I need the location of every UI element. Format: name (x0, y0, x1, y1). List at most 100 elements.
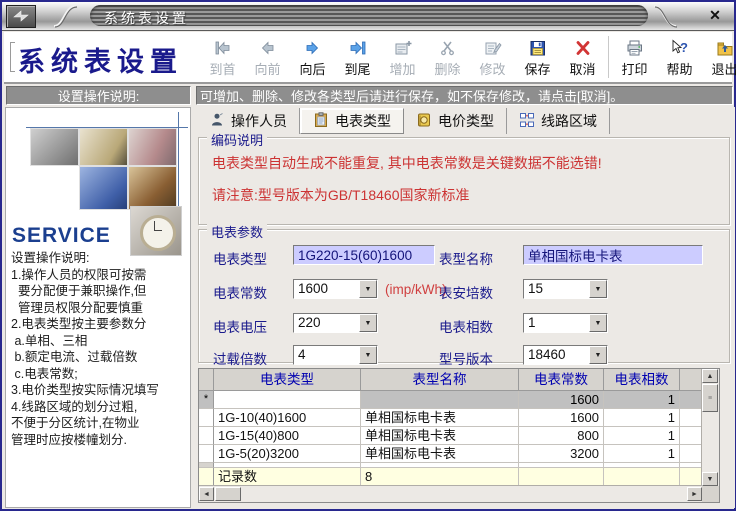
add-icon (393, 37, 413, 59)
vertical-scrollbar[interactable]: ▲ ≡ ▼ (701, 369, 719, 486)
column-header-meter-type[interactable]: 电表类型 (214, 369, 361, 391)
region-boxes-icon (519, 112, 535, 131)
meter-constant-select[interactable]: 1600 ▼ (293, 279, 378, 299)
grid-header-row: 电表类型 表型名称 电表常数 电表相数 (199, 369, 702, 391)
collage-tools-image (30, 128, 79, 166)
titlebar-curve-left (53, 5, 78, 28)
collage-hand-image (128, 166, 177, 210)
last-icon (348, 37, 368, 59)
collage-watch-image (130, 206, 182, 256)
vertical-scroll-thumb[interactable]: ≡ (702, 384, 718, 412)
new-row-name-cell[interactable] (361, 391, 519, 409)
new-row-phases-cell[interactable]: 1 (604, 391, 680, 409)
table-row[interactable]: 1G-10(40)1600 单相国标电卡表 1600 1 (199, 409, 702, 427)
toolbar: 系统表设置 到首 向前 向后 到尾 增加 删除 修改 保存 取消 打印 ? 帮助… (4, 32, 736, 84)
meter-constant-unit: (imp/kWh) (385, 282, 447, 297)
close-icon[interactable]: ✕ (706, 6, 724, 24)
app-logo-icon (6, 5, 36, 28)
edit-button[interactable]: 修改 (470, 34, 515, 80)
chevron-down-icon[interactable]: ▼ (589, 314, 607, 332)
instructions-text: 设置操作说明: 1.操作人员的权限可按需 要分配便于兼职操作,但 管理员权限分配… (11, 251, 159, 447)
clipboard-icon (313, 111, 329, 131)
ampere-select[interactable]: 15 ▼ (523, 279, 608, 299)
table-row[interactable]: 1G-5(20)3200 单相国标电卡表 3200 1 (199, 445, 702, 463)
title-bar: 系统表设置 ✕ (2, 2, 734, 31)
save-button[interactable]: 保存 (515, 34, 560, 80)
record-count-label: 记录数 (214, 468, 361, 486)
encoding-warning-line2: 请注意:型号版本为GB/T18460国家新标准 (212, 187, 470, 203)
titlebar-curve-right (653, 5, 678, 28)
cancel-button[interactable]: 取消 (560, 34, 605, 80)
voltage-select[interactable]: 220 ▼ (293, 313, 378, 333)
toolbar-separator (608, 36, 609, 78)
meter-type-grid: 电表类型 表型名称 电表常数 电表相数 * 1600 1 1G-10(40)16… (198, 368, 720, 503)
first-button[interactable]: 到首 (200, 34, 245, 80)
horizontal-scroll-thumb[interactable] (215, 487, 241, 501)
phases-label: 电表相数 (439, 320, 493, 335)
collage-keyboard-image (79, 166, 128, 210)
horizontal-scrollbar[interactable]: ◄ ► (199, 485, 702, 502)
scroll-down-icon[interactable]: ▼ (702, 472, 718, 486)
column-header-phases[interactable]: 电表相数 (604, 369, 680, 391)
encoding-warning-line1: 电表类型自动生成不能重复, 其中电表常数是关键数据不能选错! (212, 155, 602, 171)
edit-icon (483, 37, 503, 59)
last-button[interactable]: 到尾 (335, 34, 380, 80)
model-version-label: 型号版本 (439, 352, 493, 367)
new-row-constant-cell[interactable]: 1600 (519, 391, 604, 409)
grid-new-row[interactable]: * 1600 1 (199, 391, 702, 409)
scroll-left-icon[interactable]: ◄ (199, 487, 214, 501)
column-header-constant[interactable]: 电表常数 (519, 369, 604, 391)
delete-button[interactable]: 删除 (425, 34, 470, 80)
params-groupbox: 电表参数 电表类型 表型名称 电表常数 1600 ▼ (imp/kWh) 表安培… (198, 222, 730, 367)
help-button[interactable]: ? 帮助 (657, 34, 702, 80)
encoding-groupbox-title: 编码说明 (207, 130, 268, 149)
chevron-down-icon[interactable]: ▼ (589, 346, 607, 364)
scroll-up-icon[interactable]: ▲ (702, 369, 718, 383)
print-icon (625, 37, 645, 59)
tab-meter-type[interactable]: 电表类型 (300, 108, 404, 134)
overload-label: 过载倍数 (213, 352, 267, 367)
model-version-select[interactable]: 18460 ▼ (523, 345, 608, 365)
new-row-type-cell[interactable] (214, 391, 361, 409)
prev-button[interactable]: 向前 (245, 34, 290, 80)
model-name-label: 表型名称 (439, 252, 493, 267)
table-row[interactable]: 1G-15(40)800 单相国标电卡表 800 1 (199, 427, 702, 445)
page-title: 系统表设置 (18, 47, 183, 77)
ampere-label: 表安培数 (439, 286, 493, 301)
phases-select[interactable]: 1 ▼ (523, 313, 608, 333)
prev-icon (258, 37, 278, 59)
save-icon (528, 37, 548, 59)
chevron-down-icon[interactable]: ▼ (589, 280, 607, 298)
scroll-right-icon[interactable]: ► (687, 487, 702, 501)
voltage-label: 电表电压 (213, 320, 267, 335)
next-button[interactable]: 向后 (290, 34, 335, 80)
record-count-row: 记录数 8 (199, 468, 702, 486)
column-header-model-name[interactable]: 表型名称 (361, 369, 519, 391)
tab-line-region[interactable]: 线路区域 (507, 108, 610, 134)
window-title: 系统表设置 (104, 10, 189, 26)
scrollbar-corner (702, 486, 719, 502)
left-panel-header: 设置操作说明: (6, 86, 191, 105)
add-button[interactable]: 增加 (380, 34, 425, 80)
row-selector[interactable] (199, 427, 214, 445)
collage-pen-image (79, 128, 128, 166)
exit-icon (715, 37, 735, 59)
title-bracket (10, 42, 15, 72)
exit-button[interactable]: 退出 (702, 34, 736, 80)
row-selector[interactable] (199, 409, 214, 427)
instructions-panel: SERVICE 设置操作说明: 1.操作人员的权限可按需 要分配便于兼职操作,但… (5, 107, 191, 508)
tab-price-type[interactable]: 电价类型 (404, 108, 507, 134)
row-selector[interactable] (199, 445, 214, 463)
chevron-down-icon[interactable]: ▼ (359, 314, 377, 332)
column-header-filler (680, 369, 702, 391)
next-icon (303, 37, 323, 59)
chevron-down-icon[interactable]: ▼ (359, 346, 377, 364)
person-icon (209, 112, 225, 131)
meter-type-input[interactable] (293, 245, 435, 265)
overload-select[interactable]: 4 ▼ (293, 345, 378, 365)
chevron-down-icon[interactable]: ▼ (359, 280, 377, 298)
delete-icon (438, 37, 458, 59)
help-icon: ? (670, 37, 690, 59)
print-button[interactable]: 打印 (612, 34, 657, 80)
model-name-input[interactable] (523, 245, 703, 265)
